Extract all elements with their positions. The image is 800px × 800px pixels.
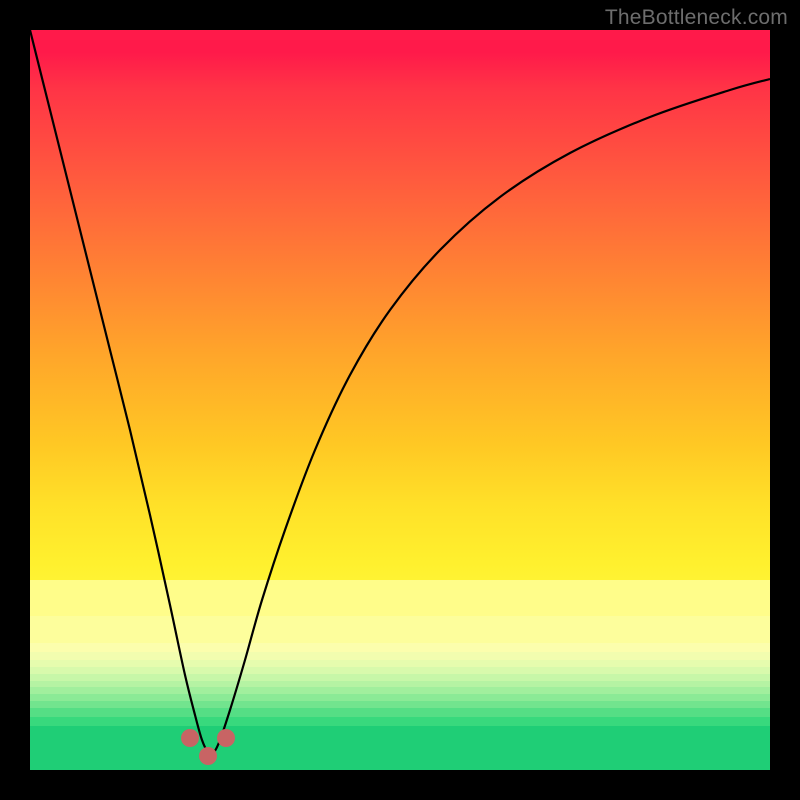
- valley-nubs: [181, 729, 235, 765]
- bottleneck-curve: [30, 30, 770, 754]
- valley-nub-bottom: [199, 747, 217, 765]
- curve-layer: [30, 30, 770, 770]
- watermark-text: TheBottleneck.com: [605, 6, 788, 30]
- valley-nub-right: [217, 729, 235, 747]
- plot-area: [30, 30, 770, 770]
- valley-nub-left: [181, 729, 199, 747]
